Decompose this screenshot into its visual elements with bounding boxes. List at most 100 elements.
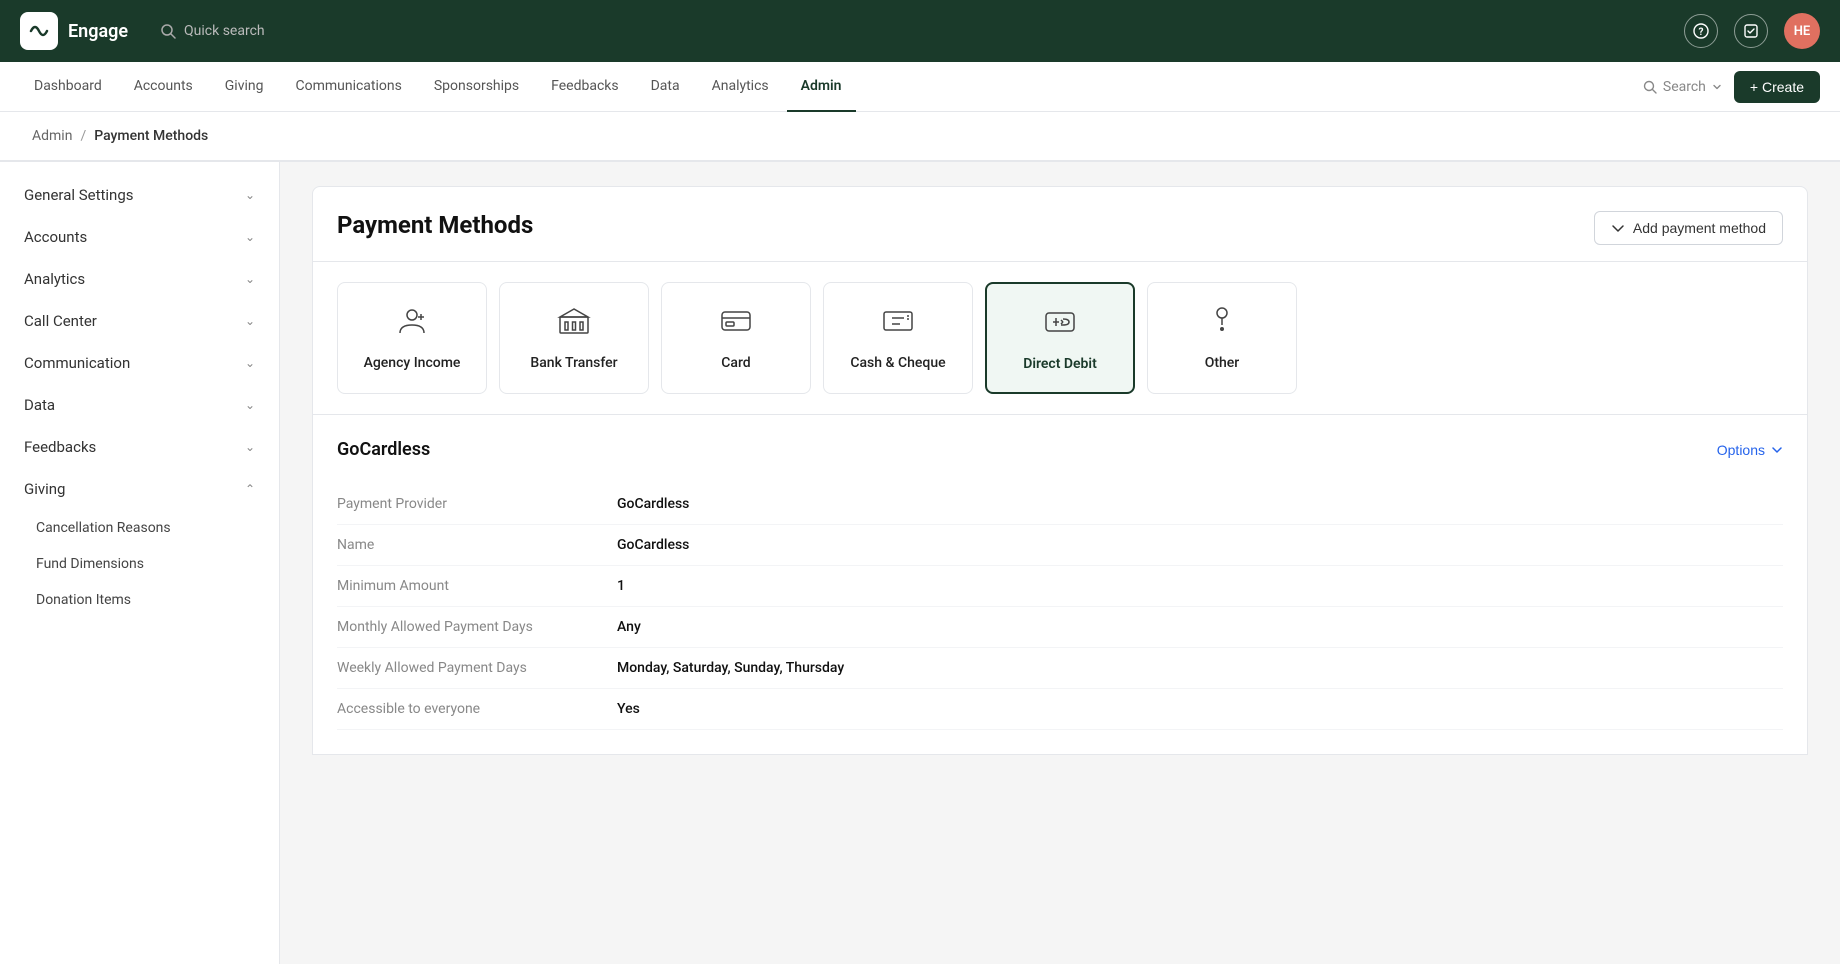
sidebar-label-data: Data <box>24 396 55 414</box>
sidebar-label-analytics: Analytics <box>24 270 85 288</box>
cash-cheque-icon <box>880 303 916 343</box>
search-inline-icon <box>1643 80 1657 94</box>
search-label: Search <box>1663 79 1706 95</box>
sec-nav-right: Search + Create <box>1643 71 1820 103</box>
pm-card-label-bank: Bank Transfer <box>530 355 617 371</box>
nav-feedbacks[interactable]: Feedbacks <box>537 62 632 112</box>
options-chevron-icon <box>1771 444 1783 456</box>
help-button[interactable]: ? <box>1684 14 1718 48</box>
sidebar-label-giving: Giving <box>24 480 65 498</box>
field-value-name: GoCardless <box>617 525 1783 566</box>
nav-giving[interactable]: Giving <box>211 62 278 112</box>
payment-cards-area: Agency Income Bank Transfer <box>312 262 1808 415</box>
add-payment-method-label: Add payment method <box>1633 220 1766 236</box>
chevron-down-icon: ⌄ <box>245 440 255 454</box>
nav-analytics[interactable]: Analytics <box>698 62 783 112</box>
sidebar-label-general-settings: General Settings <box>24 186 134 204</box>
quick-search[interactable]: Quick search <box>160 23 265 39</box>
field-label-name: Name <box>337 525 617 566</box>
sidebar-sub-cancellation-reasons[interactable]: Cancellation Reasons <box>0 510 279 546</box>
help-icon: ? <box>1693 23 1709 39</box>
nav-dashboard[interactable]: Dashboard <box>20 62 116 112</box>
detail-title: GoCardless <box>337 439 430 460</box>
detail-section: GoCardless Options Payment Provider GoCa… <box>312 415 1808 755</box>
breadcrumb-parent[interactable]: Admin <box>32 128 72 144</box>
quick-search-label: Quick search <box>184 23 265 39</box>
pm-card-other[interactable]: Other <box>1147 282 1297 394</box>
field-value-monthly-allowed: Any <box>617 607 1783 648</box>
chevron-down-icon: ⌄ <box>245 188 255 202</box>
tasks-icon <box>1743 23 1759 39</box>
search-icon <box>160 23 176 39</box>
nav-sponsorships[interactable]: Sponsorships <box>420 62 533 112</box>
sidebar-label-accounts: Accounts <box>24 228 87 246</box>
chevron-down-icon: ⌄ <box>245 230 255 244</box>
chevron-down-icon: ⌄ <box>245 398 255 412</box>
field-value-weekly-allowed: Monday, Saturday, Sunday, Thursday <box>617 648 1783 689</box>
detail-header: GoCardless Options <box>337 439 1783 460</box>
field-value-accessible: Yes <box>617 689 1783 730</box>
sidebar-item-communication[interactable]: Communication ⌄ <box>0 342 279 384</box>
tasks-button[interactable] <box>1734 14 1768 48</box>
sidebar: General Settings ⌄ Accounts ⌄ Analytics … <box>0 162 280 964</box>
nav-communications[interactable]: Communications <box>281 62 415 112</box>
top-bar-right: ? HE <box>1684 13 1820 49</box>
pm-card-cash[interactable]: Cash & Cheque <box>823 282 973 394</box>
top-bar: Engage Quick search ? HE <box>0 0 1840 62</box>
breadcrumb-current: Payment Methods <box>94 128 208 144</box>
secondary-nav: Dashboard Accounts Giving Communications… <box>0 62 1840 112</box>
page-title: Payment Methods <box>337 211 533 239</box>
user-avatar[interactable]: HE <box>1784 13 1820 49</box>
sidebar-item-analytics[interactable]: Analytics ⌄ <box>0 258 279 300</box>
field-label-monthly-allowed: Monthly Allowed Payment Days <box>337 607 617 648</box>
other-icon <box>1204 303 1240 343</box>
sidebar-label-feedbacks: Feedbacks <box>24 438 96 456</box>
field-value-minimum-amount: 1 <box>617 566 1783 607</box>
field-label-accessible: Accessible to everyone <box>337 689 617 730</box>
svg-text:?: ? <box>1699 27 1704 38</box>
sidebar-sub-fund-dimensions[interactable]: Fund Dimensions <box>0 546 279 582</box>
chevron-up-icon: ⌃ <box>245 482 255 496</box>
chevron-down-icon <box>1611 221 1625 235</box>
search-inline[interactable]: Search <box>1643 79 1722 95</box>
main-inner: Payment Methods Add payment method <box>280 162 1840 779</box>
sidebar-item-giving[interactable]: Giving ⌃ <box>0 468 279 510</box>
options-button[interactable]: Options <box>1717 442 1783 458</box>
sidebar-sub-donation-items[interactable]: Donation Items <box>0 582 279 618</box>
nav-accounts[interactable]: Accounts <box>120 62 207 112</box>
search-chevron-icon <box>1712 82 1722 92</box>
pm-card-agency[interactable]: Agency Income <box>337 282 487 394</box>
pm-card-bank[interactable]: Bank Transfer <box>499 282 649 394</box>
sidebar-item-feedbacks[interactable]: Feedbacks ⌄ <box>0 426 279 468</box>
breadcrumb-separator: / <box>80 128 86 144</box>
nav-data[interactable]: Data <box>637 62 694 112</box>
sidebar-label-call-center: Call Center <box>24 312 97 330</box>
nav-admin[interactable]: Admin <box>787 62 856 112</box>
agency-income-icon <box>394 303 430 343</box>
field-label-weekly-allowed: Weekly Allowed Payment Days <box>337 648 617 689</box>
chevron-down-icon: ⌄ <box>245 356 255 370</box>
sidebar-item-data[interactable]: Data ⌄ <box>0 384 279 426</box>
chevron-down-icon: ⌄ <box>245 314 255 328</box>
bank-transfer-icon <box>556 303 592 343</box>
sidebar-item-general-settings[interactable]: General Settings ⌄ <box>0 174 279 216</box>
options-label: Options <box>1717 442 1765 458</box>
chevron-down-icon: ⌄ <box>245 272 255 286</box>
pm-card-label-cash: Cash & Cheque <box>850 355 945 371</box>
pm-card-card[interactable]: Card <box>661 282 811 394</box>
logo-box <box>20 12 58 50</box>
sidebar-label-communication: Communication <box>24 354 130 372</box>
pm-card-label-agency: Agency Income <box>364 355 461 371</box>
sidebar-item-accounts[interactable]: Accounts ⌄ <box>0 216 279 258</box>
add-payment-method-button[interactable]: Add payment method <box>1594 211 1783 245</box>
pm-card-direct-debit[interactable]: Direct Debit <box>985 282 1135 394</box>
field-value-payment-provider: GoCardless <box>617 484 1783 525</box>
field-label-minimum-amount: Minimum Amount <box>337 566 617 607</box>
sidebar-item-call-center[interactable]: Call Center ⌄ <box>0 300 279 342</box>
field-label-payment-provider: Payment Provider <box>337 484 617 525</box>
detail-grid: Payment Provider GoCardless Name GoCardl… <box>337 484 1783 730</box>
pm-card-label-direct-debit: Direct Debit <box>1023 356 1097 372</box>
create-button[interactable]: + Create <box>1734 71 1820 103</box>
pm-card-label-other: Other <box>1205 355 1240 371</box>
direct-debit-icon <box>1042 304 1078 344</box>
